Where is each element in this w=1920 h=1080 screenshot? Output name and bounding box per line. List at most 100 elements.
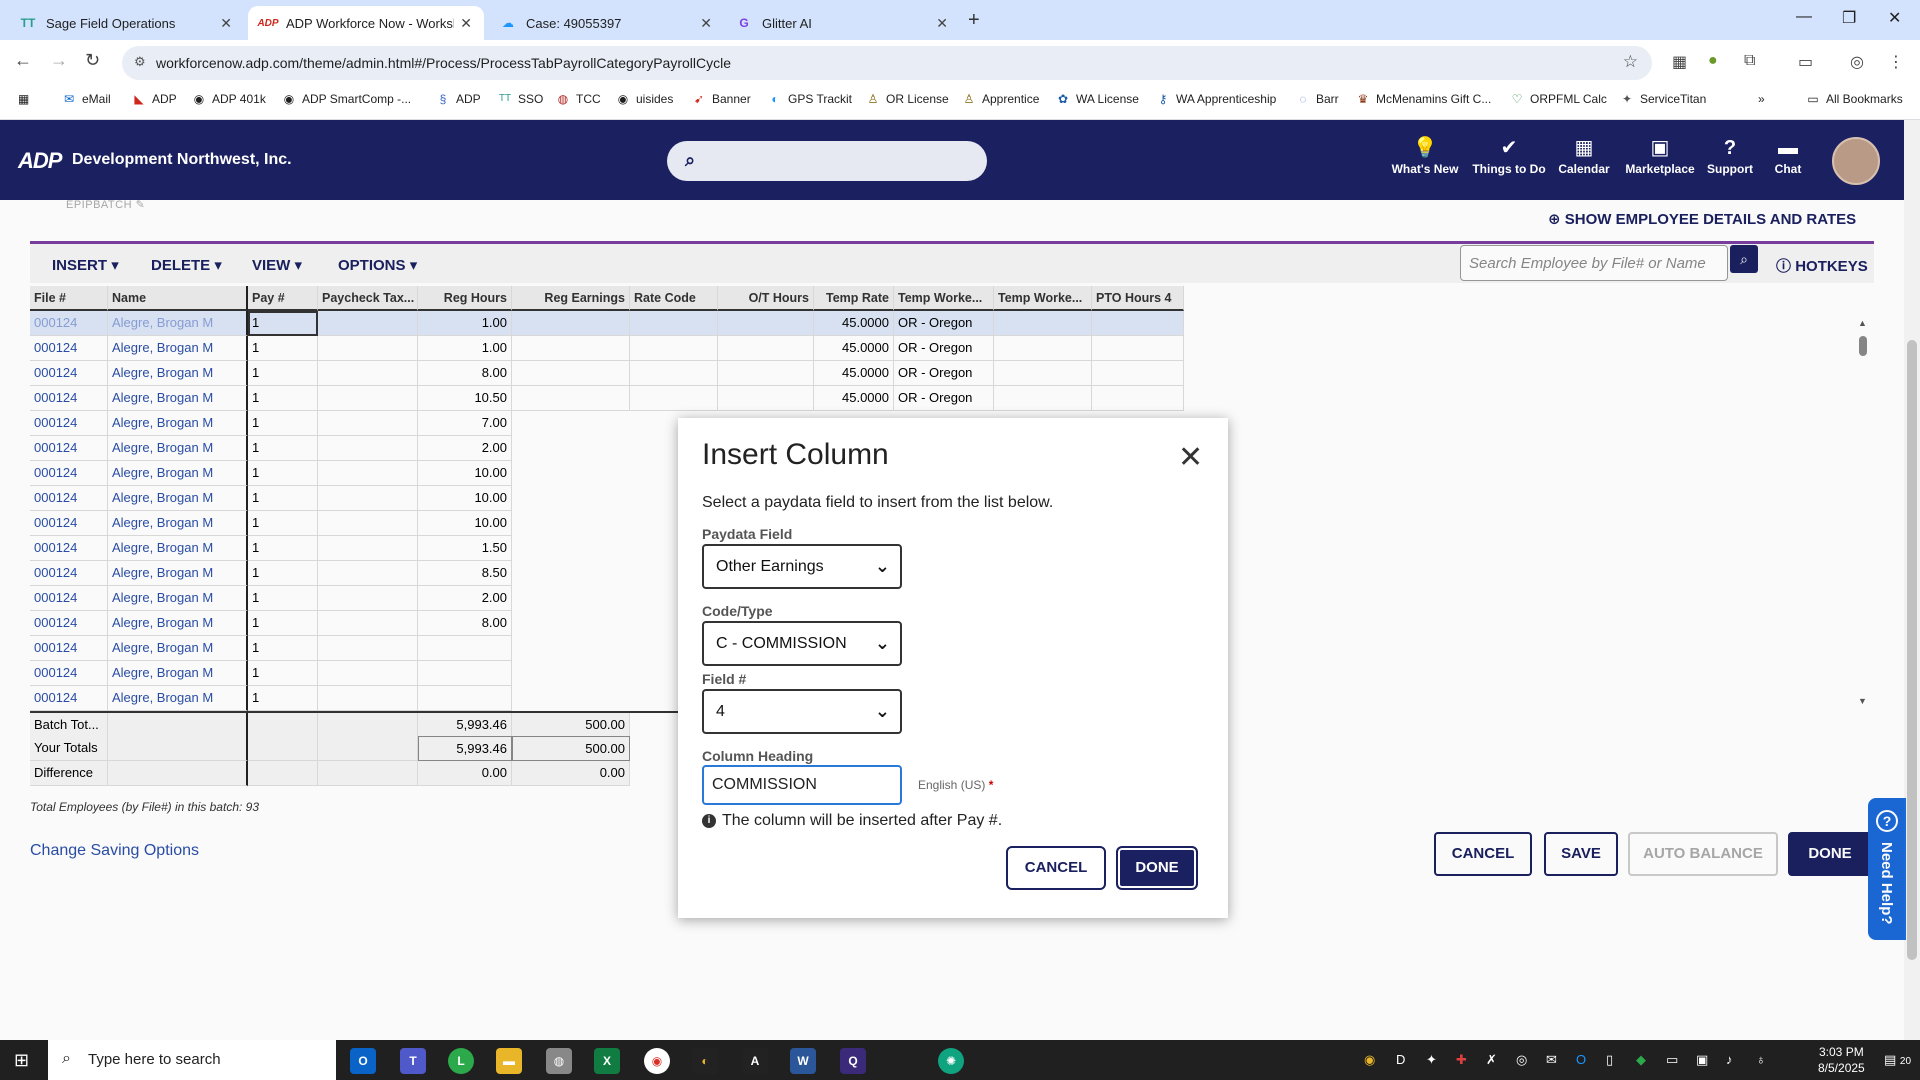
- tray-icon[interactable]: ✚: [1456, 1052, 1467, 1068]
- acrobat-icon[interactable]: A: [742, 1048, 768, 1074]
- site-info-icon[interactable]: ⚙: [134, 54, 146, 70]
- word-icon[interactable]: W: [790, 1048, 816, 1074]
- tab-sage-field-operations[interactable]: TT Sage Field Operations ✕: [8, 6, 244, 40]
- tab-label: Glitter AI: [762, 15, 812, 31]
- bookmark-orpfml-calc[interactable]: ♡ ORPFML Calc: [1510, 92, 1607, 106]
- nav-chat[interactable]: ▬ Chat: [1768, 134, 1808, 176]
- nav-label: Chat: [1774, 162, 1802, 176]
- outlook-icon[interactable]: O: [350, 1048, 376, 1074]
- new-tab-icon[interactable]: +: [968, 9, 980, 32]
- forward-icon[interactable]: →: [50, 50, 68, 71]
- nav-support[interactable]: ? Support: [1704, 134, 1756, 176]
- bookmark-star-icon[interactable]: ☆: [1623, 52, 1638, 72]
- tray-icon[interactable]: ✦: [1426, 1052, 1437, 1068]
- teams-icon[interactable]: T: [400, 1048, 426, 1074]
- bookmark-adp[interactable]: ◣ ADP: [132, 92, 176, 106]
- scrollbar-thumb[interactable]: [1907, 340, 1917, 960]
- minimize-icon[interactable]: —: [1796, 8, 1812, 26]
- close-tab-icon[interactable]: ✕: [936, 15, 948, 32]
- chatgpt-icon[interactable]: ✺: [938, 1048, 964, 1074]
- tray-icon[interactable]: ◆: [1636, 1052, 1646, 1068]
- paydata-field-select[interactable]: Other Earnings ⌄: [702, 544, 902, 589]
- tray-icon[interactable]: D: [1396, 1052, 1405, 1067]
- nav-marketplace[interactable]: ▣ Marketplace: [1622, 134, 1698, 176]
- nav-things-to-do[interactable]: ✔ Things to Do: [1472, 134, 1546, 176]
- bookmark-email[interactable]: ✉ eMail: [62, 92, 111, 106]
- close-tab-icon[interactable]: ✕: [220, 15, 232, 32]
- bookmark-tcc[interactable]: ◍ TCC: [556, 92, 601, 106]
- bookmark-wa-apprenticeship[interactable]: ⚷ WA Apprenticeship: [1156, 92, 1277, 106]
- battery-icon[interactable]: ▭: [1666, 1052, 1678, 1068]
- bookmark-sso[interactable]: TT SSO: [498, 92, 543, 106]
- back-icon[interactable]: ←: [14, 50, 32, 71]
- chat-icon: ▬: [1778, 137, 1798, 159]
- reload-icon[interactable]: ↻: [85, 50, 100, 71]
- more-bookmarks-icon[interactable]: »: [1758, 92, 1765, 106]
- chrome-icon[interactable]: ◉: [644, 1048, 670, 1074]
- all-bookmarks[interactable]: ▭ All Bookmarks: [1806, 92, 1902, 106]
- code-type-select[interactable]: C - COMMISSION ⌄: [702, 621, 902, 666]
- select-value: 4: [716, 703, 725, 720]
- quickbooks-icon[interactable]: L: [448, 1048, 474, 1074]
- taskbar-search-input[interactable]: ⌕ Type here to search: [48, 1040, 336, 1080]
- tab-glitter-ai[interactable]: G Glitter AI ✕: [724, 6, 960, 40]
- page-scrollbar[interactable]: [1904, 120, 1920, 1040]
- clock[interactable]: 3:03 PM 8/5/2025: [1818, 1044, 1865, 1076]
- bookmark-adp-2[interactable]: § ADP: [436, 92, 481, 106]
- bookmark-barr[interactable]: ◌ Barr: [1296, 92, 1338, 106]
- tray-icon[interactable]: ✉: [1546, 1052, 1557, 1068]
- volume-icon[interactable]: ♪: [1726, 1052, 1733, 1067]
- tray-icon[interactable]: ▯: [1606, 1052, 1613, 1068]
- field-number-select[interactable]: 4 ⌄: [702, 689, 902, 734]
- bookmark-banner[interactable]: ➹ Banner: [692, 92, 751, 106]
- tray-icon[interactable]: ✗: [1486, 1052, 1497, 1068]
- bookmark-uisides[interactable]: ◉ uisides: [616, 92, 674, 106]
- tab-adp-workforce-now[interactable]: ADP ADP Workforce Now - Workshe ✕: [248, 6, 484, 40]
- nav-calendar[interactable]: ▦ Calendar: [1556, 134, 1612, 176]
- bookmark-servicetitan[interactable]: ✦ ServiceTitan: [1620, 92, 1706, 106]
- tab-search-icon[interactable]: ▭: [1798, 52, 1813, 72]
- dialog-cancel-button[interactable]: CANCEL: [1006, 846, 1106, 890]
- file-explorer-icon[interactable]: ▬: [496, 1048, 522, 1074]
- close-tab-icon[interactable]: ✕: [460, 15, 472, 32]
- bookmark-or-license[interactable]: ♙ OR License: [866, 92, 949, 106]
- nav-whats-new[interactable]: 💡 What's New: [1390, 134, 1460, 176]
- app-icon[interactable]: Q: [840, 1048, 866, 1074]
- close-tab-icon[interactable]: ✕: [700, 15, 712, 32]
- tray-icon[interactable]: O: [1576, 1052, 1586, 1067]
- avatar[interactable]: [1832, 137, 1880, 185]
- column-heading-input[interactable]: COMMISSION: [702, 765, 902, 805]
- nav-label: Calendar: [1558, 162, 1610, 176]
- app-icon[interactable]: ◐: [692, 1048, 718, 1074]
- bookmark-gps-trackit[interactable]: ◐ GPS Trackit: [768, 92, 852, 106]
- tray-icon[interactable]: ◎: [1516, 1052, 1527, 1068]
- bookmark-apprentice[interactable]: ♙ Apprentice: [962, 92, 1040, 106]
- excel-icon[interactable]: X: [594, 1048, 620, 1074]
- help-icon: ?: [1723, 137, 1737, 159]
- tcc-icon: ◍: [557, 92, 569, 106]
- restore-icon[interactable]: ❐: [1842, 8, 1856, 28]
- profile-icon[interactable]: ◎: [1850, 52, 1864, 72]
- microphone-icon[interactable]: ♁: [1756, 1052, 1766, 1067]
- notifications-icon[interactable]: ▤ 20: [1884, 1052, 1911, 1068]
- bookmark-mcmenamins[interactable]: ♛ McMenamins Gift C...: [1356, 92, 1492, 106]
- apps-grid-icon[interactable]: ▦: [18, 92, 29, 106]
- app-icon[interactable]: ◍: [546, 1048, 572, 1074]
- menu-icon[interactable]: ⋮: [1888, 52, 1904, 72]
- close-icon[interactable]: ✕: [1178, 440, 1203, 475]
- close-window-icon[interactable]: ✕: [1888, 8, 1901, 28]
- dialog-done-button[interactable]: DONE: [1116, 846, 1198, 890]
- extension-icon[interactable]: ▦: [1672, 52, 1687, 72]
- bookmark-adp-401k[interactable]: ◉ ADP 401k: [192, 92, 266, 106]
- address-bar[interactable]: ⚙ workforcenow.adp.com/theme/admin.html#…: [122, 46, 1652, 80]
- tray-icon[interactable]: ◉: [1364, 1052, 1375, 1068]
- network-icon[interactable]: ▣: [1696, 1052, 1708, 1068]
- adp-logo[interactable]: ADP: [18, 148, 62, 174]
- global-search-input[interactable]: ⌕: [667, 141, 987, 181]
- bookmark-wa-license[interactable]: ✿ WA License: [1056, 92, 1139, 106]
- extensions-puzzle-icon[interactable]: ⧉: [1744, 52, 1755, 70]
- tab-case[interactable]: ☁ Case: 49055397 ✕: [488, 6, 724, 40]
- windows-start-icon[interactable]: ⊞: [14, 1050, 29, 1071]
- extension-icon[interactable]: ●: [1708, 52, 1718, 70]
- bookmark-adp-smartcomp[interactable]: ◉ ADP SmartComp -...: [282, 92, 411, 106]
